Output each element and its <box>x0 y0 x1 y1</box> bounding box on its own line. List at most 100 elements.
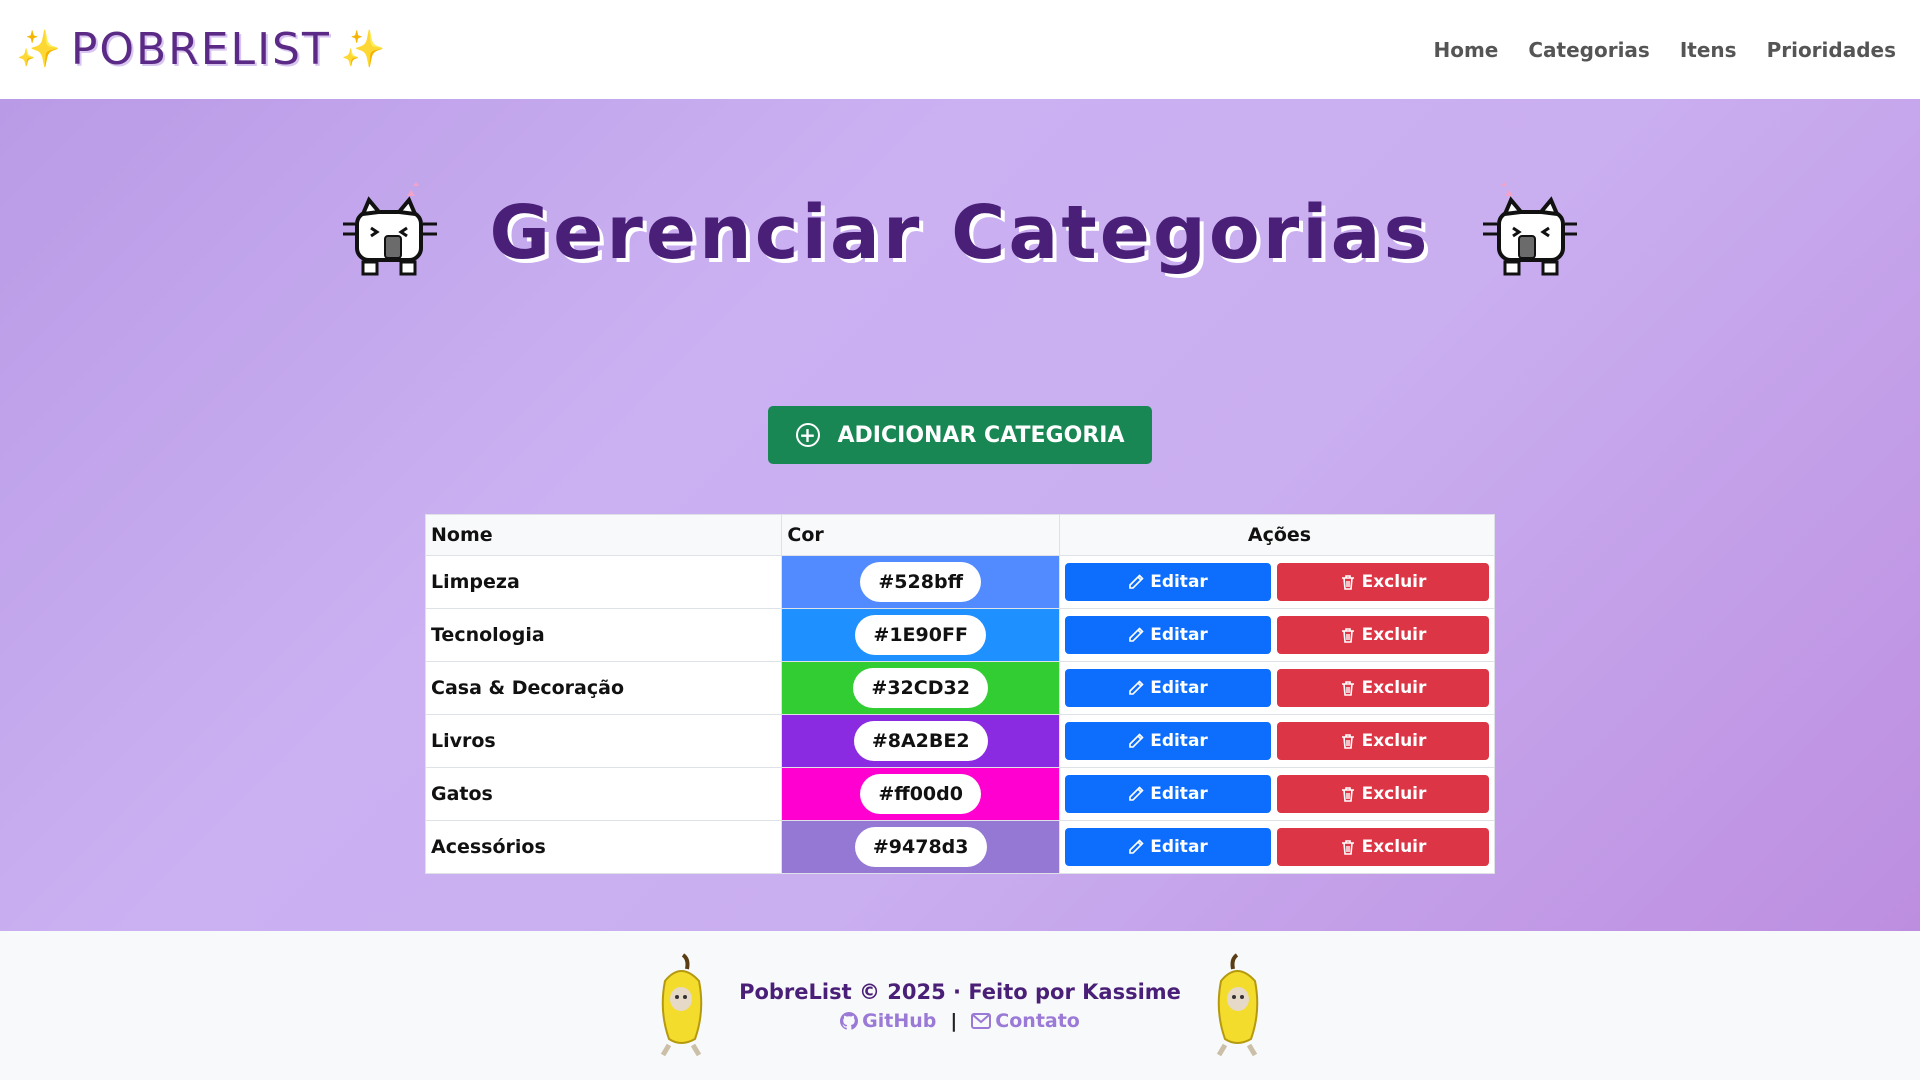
delete-button[interactable]: Excluir <box>1277 616 1489 654</box>
category-actions: Editar Excluir <box>1059 714 1495 768</box>
edit-label: Editar <box>1150 784 1208 804</box>
category-color-cell: #9478d3 <box>781 820 1060 874</box>
edit-button[interactable]: Editar <box>1065 775 1271 813</box>
delete-button[interactable]: Excluir <box>1277 722 1489 760</box>
delete-label: Excluir <box>1361 678 1427 698</box>
contact-label: Contato <box>995 1009 1080 1032</box>
github-link[interactable]: GitHub <box>840 1010 936 1032</box>
cat-icon <box>1482 182 1577 276</box>
nav-links: Home Categorias Itens Prioridades <box>1433 38 1896 62</box>
page-title: Gerenciar Categorias <box>489 190 1431 276</box>
pencil-icon <box>1129 680 1144 695</box>
category-actions: Editar Excluir <box>1059 608 1495 662</box>
table-row: Tecnologia #1E90FF Editar Excluir <box>424 608 1495 662</box>
trash-icon <box>1341 734 1354 749</box>
color-code-badge: #528bff <box>860 562 981 602</box>
github-icon <box>840 1011 859 1030</box>
category-actions: Editar Excluir <box>1059 820 1495 874</box>
categories-table-wrapper: Nome Cor Ações Limpeza #528bff Editar Exclu… <box>424 514 1495 874</box>
delete-button[interactable]: Excluir <box>1277 775 1489 813</box>
footer-content: PobreList © 2025 · Feito por Kassime Git… <box>739 980 1181 1032</box>
table-header-row: Nome Cor Ações <box>424 514 1495 556</box>
pencil-icon <box>1129 627 1144 642</box>
nav-link-home[interactable]: Home <box>1433 38 1498 62</box>
sparkle-icon: ✨ <box>16 28 61 70</box>
category-color-cell: #32CD32 <box>781 661 1060 715</box>
nav-link-prioridades[interactable]: Prioridades <box>1767 38 1896 62</box>
category-color-cell: #8A2BE2 <box>781 714 1060 768</box>
edit-label: Editar <box>1150 678 1208 698</box>
edit-button[interactable]: Editar <box>1065 563 1271 601</box>
delete-label: Excluir <box>1361 731 1427 751</box>
brand[interactable]: ✨ POBRELIST ✨ <box>16 24 386 75</box>
category-actions: Editar Excluir <box>1059 767 1495 821</box>
nav-link-categorias[interactable]: Categorias <box>1528 38 1649 62</box>
category-color-cell: #ff00d0 <box>781 767 1060 821</box>
cat-icon <box>343 182 438 276</box>
table-row: Gatos #ff00d0 Editar Excluir <box>424 767 1495 821</box>
column-header-acoes: Ações <box>1059 514 1495 556</box>
trash-icon <box>1341 681 1354 696</box>
color-code-badge: #9478d3 <box>854 827 987 867</box>
nav-link-itens[interactable]: Itens <box>1680 38 1737 62</box>
edit-button[interactable]: Editar <box>1065 669 1271 707</box>
color-code-badge: #8A2BE2 <box>853 721 988 761</box>
color-code-badge: #ff00d0 <box>860 774 981 814</box>
edit-label: Editar <box>1150 625 1208 645</box>
delete-button[interactable]: Excluir <box>1277 669 1489 707</box>
delete-button[interactable]: Excluir <box>1277 828 1489 866</box>
plus-circle-icon: + <box>795 423 820 447</box>
category-name: Gatos <box>424 767 783 821</box>
edit-button[interactable]: Editar <box>1065 828 1271 866</box>
trash-icon <box>1341 840 1354 855</box>
color-code-badge: #32CD32 <box>853 668 988 708</box>
github-label: GitHub <box>862 1009 937 1032</box>
trash-icon <box>1341 787 1354 802</box>
category-name: Livros <box>424 714 783 768</box>
column-header-cor: Cor <box>781 514 1060 556</box>
categories-table: Nome Cor Ações Limpeza #528bff Editar Exclu… <box>424 514 1495 874</box>
add-category-label: ADICIONAR CATEGORIA <box>837 422 1125 448</box>
banana-cat-icon <box>1216 952 1259 1056</box>
category-color-cell: #1E90FF <box>781 608 1060 662</box>
trash-icon <box>1341 575 1354 590</box>
pencil-icon <box>1129 786 1144 801</box>
envelope-icon <box>971 1012 992 1029</box>
table-row: Casa & Decoração #32CD32 Editar Excluir <box>424 661 1495 715</box>
edit-button[interactable]: Editar <box>1065 722 1271 760</box>
edit-button[interactable]: Editar <box>1065 616 1271 654</box>
column-header-nome: Nome <box>424 514 783 556</box>
delete-label: Excluir <box>1361 572 1427 592</box>
trash-icon <box>1341 628 1354 643</box>
edit-label: Editar <box>1150 572 1208 592</box>
pencil-icon <box>1129 733 1144 748</box>
category-name: Tecnologia <box>424 608 783 662</box>
footer-separator: | <box>950 1009 958 1032</box>
category-color-cell: #528bff <box>781 555 1060 609</box>
category-name: Acessórios <box>424 820 783 874</box>
table-row: Limpeza #528bff Editar Excluir <box>424 555 1495 609</box>
brand-title[interactable]: POBRELIST <box>71 24 331 75</box>
delete-label: Excluir <box>1361 837 1427 857</box>
category-actions: Editar Excluir <box>1059 661 1495 715</box>
color-code-badge: #1E90FF <box>855 615 986 655</box>
pencil-icon <box>1129 574 1144 589</box>
footer: PobreList © 2025 · Feito por Kassime Git… <box>0 931 1920 1080</box>
contact-link[interactable]: Contato <box>971 1010 1080 1032</box>
edit-label: Editar <box>1150 837 1208 857</box>
title-row: Gerenciar Categorias <box>0 163 1920 303</box>
footer-copyright: PobreList © 2025 · Feito por Kassime <box>739 979 1181 1004</box>
table-row: Livros #8A2BE2 Editar Excluir <box>424 714 1495 768</box>
edit-label: Editar <box>1150 731 1208 751</box>
table-row: Acessórios #9478d3 Editar Excluir <box>424 820 1495 874</box>
pencil-icon <box>1129 839 1144 854</box>
delete-label: Excluir <box>1361 784 1427 804</box>
delete-label: Excluir <box>1361 625 1427 645</box>
banana-cat-icon <box>660 952 703 1056</box>
add-category-button[interactable]: + ADICIONAR CATEGORIA <box>768 406 1152 464</box>
delete-button[interactable]: Excluir <box>1277 563 1489 601</box>
category-actions: Editar Excluir <box>1059 555 1495 609</box>
navbar: ✨ POBRELIST ✨ Home Categorias Itens Prio… <box>0 0 1920 99</box>
category-name: Casa & Decoração <box>424 661 783 715</box>
category-name: Limpeza <box>424 555 783 609</box>
